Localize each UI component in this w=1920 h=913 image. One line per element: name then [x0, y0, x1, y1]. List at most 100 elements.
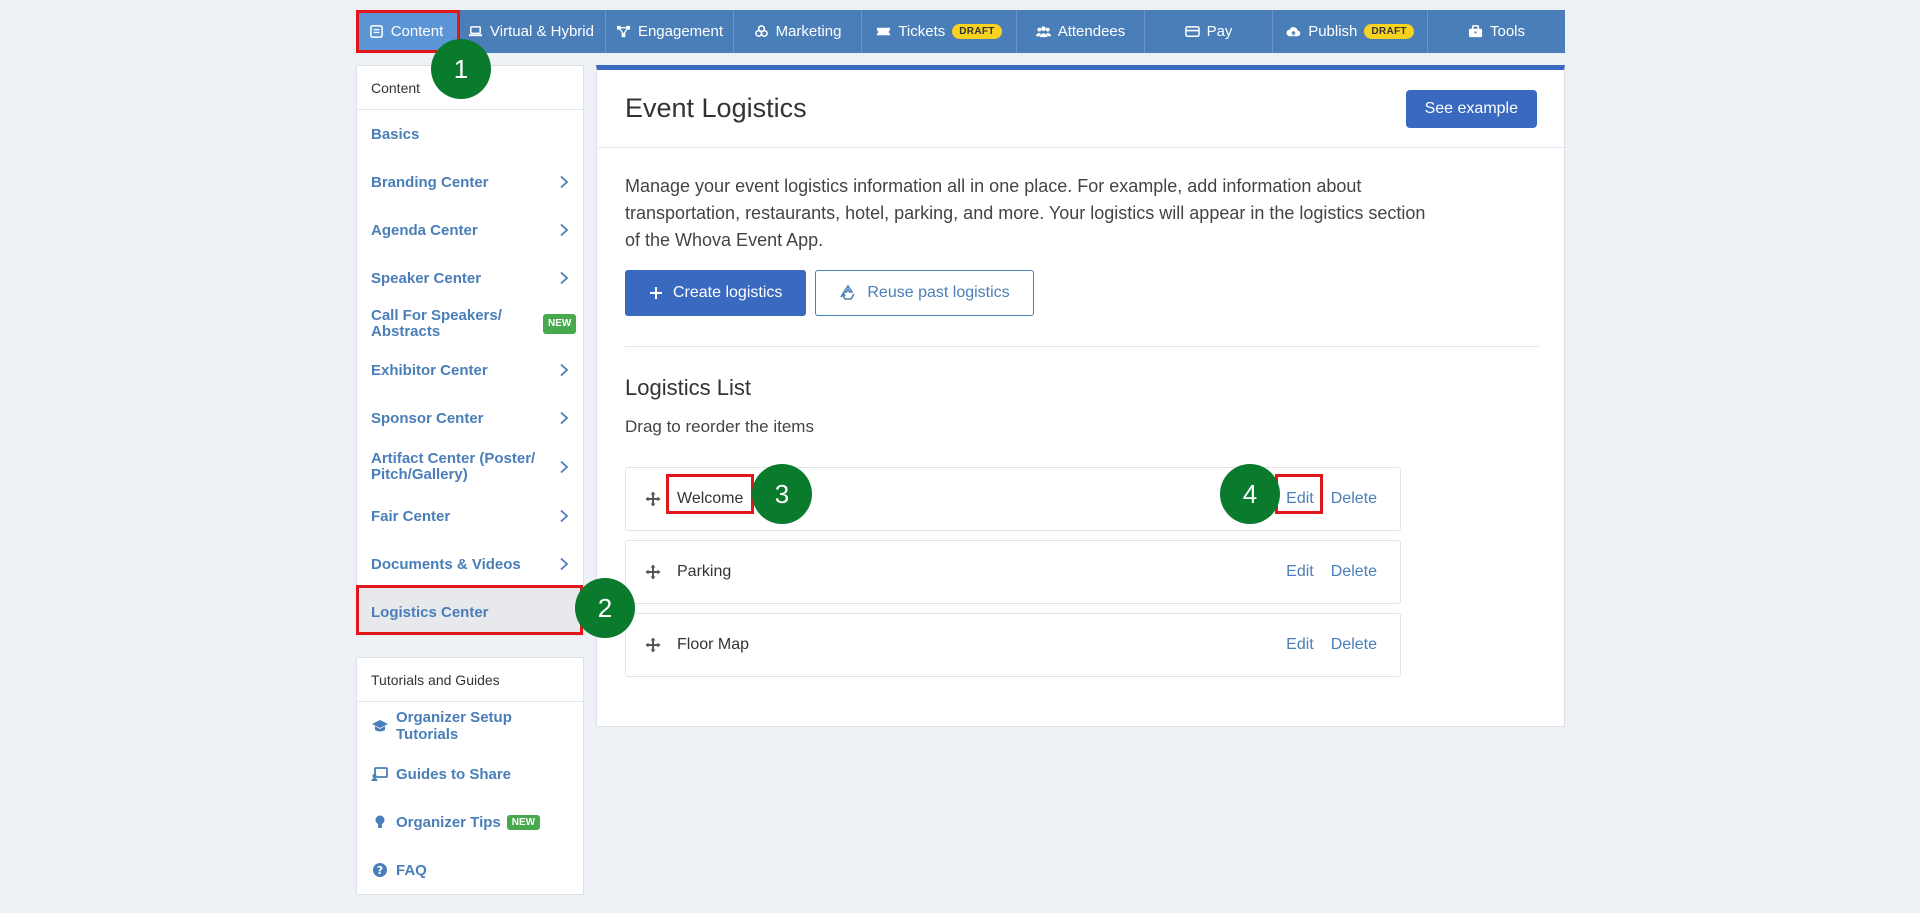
- nav-tab-label: Publish: [1308, 23, 1358, 40]
- sidebar-item-label: Speaker Center: [371, 269, 482, 287]
- step-marker-3: 3: [752, 464, 812, 524]
- sidebar-item-logistics-center[interactable]: Logistics Center: [357, 588, 583, 636]
- tutorial-item-label: FAQ: [396, 861, 427, 879]
- tutorial-item-label: Guides to Share: [396, 765, 512, 783]
- sidebar-item-documents-videos[interactable]: Documents & Videos: [357, 540, 583, 588]
- tutorials-header: Tutorials and Guides: [357, 658, 583, 702]
- delete-link[interactable]: Delete: [1331, 490, 1377, 508]
- new-badge: NEW: [506, 814, 541, 830]
- draft-badge: DRAFT: [1364, 24, 1414, 39]
- nav-tab-engagement[interactable]: Engagement: [606, 10, 734, 53]
- draft-badge: DRAFT: [952, 24, 1002, 39]
- drag-handle-icon[interactable]: [645, 491, 661, 507]
- nav-tab-label: Marketing: [775, 23, 842, 40]
- nav-tab-marketing[interactable]: Marketing: [734, 10, 862, 53]
- section-divider: [625, 346, 1539, 347]
- logistics-list-subtitle: Drag to reorder the items: [625, 417, 814, 436]
- logistics-list-title: Logistics List: [625, 375, 751, 400]
- logistics-row[interactable]: Welcome Edit Delete: [625, 467, 1401, 531]
- credit-card-icon: [1184, 24, 1200, 39]
- edit-link[interactable]: Edit: [1286, 490, 1314, 508]
- logistics-item-name: Floor Map: [677, 636, 750, 653]
- drag-handle-icon[interactable]: [645, 564, 661, 580]
- nav-tab-label: Engagement: [637, 23, 724, 40]
- logistics-description: Manage your event logistics information …: [625, 176, 1426, 250]
- edit-link[interactable]: Edit: [1286, 636, 1314, 654]
- nav-tab-label: Tools: [1489, 23, 1526, 40]
- new-badge: NEW: [543, 314, 577, 334]
- panel-header: Event Logistics See example: [597, 70, 1564, 148]
- tutorial-item-faq[interactable]: ? FAQ: [357, 846, 583, 894]
- chevron-right-icon: [560, 411, 569, 425]
- create-logistics-label: Create logistics: [673, 284, 783, 301]
- action-buttons: Create logistics Reuse past logistics: [625, 270, 1034, 316]
- reuse-past-logistics-label: Reuse past logistics: [867, 284, 1010, 301]
- page-title: Event Logistics: [625, 93, 807, 123]
- sidebar-item-fair-center[interactable]: Fair Center: [357, 492, 583, 540]
- question-circle-icon: ?: [371, 861, 389, 879]
- presentation-icon: [371, 765, 389, 783]
- tutorial-item-organizer-setup[interactable]: Organizer Setup Tutorials: [357, 702, 583, 750]
- sidebar-item-call-for-speakers[interactable]: Call For Speakers/ Abstracts NEW: [357, 302, 583, 346]
- sidebar-item-branding-center[interactable]: Branding Center: [357, 158, 583, 206]
- tutorial-item-organizer-tips[interactable]: Organizer Tips NEW: [357, 798, 583, 846]
- nav-tab-label: Attendees: [1057, 23, 1126, 40]
- users-group-icon: [754, 24, 769, 39]
- chevron-right-icon: [560, 557, 569, 571]
- drag-handle-icon[interactable]: [645, 637, 661, 653]
- sidebar-item-label: Artifact Center (Poster/ Pitch/Gallery): [371, 450, 536, 483]
- recycle-icon: [840, 284, 856, 300]
- step-marker-4: 4: [1220, 464, 1280, 524]
- nav-tab-label: Pay: [1206, 23, 1233, 40]
- graduation-cap-icon: [371, 717, 389, 735]
- sidebar-item-label: Exhibitor Center: [371, 361, 488, 379]
- sidebar-item-label: Branding Center: [371, 173, 489, 191]
- sidebar-item-label: Sponsor Center: [371, 409, 484, 427]
- cloud-upload-icon: [1286, 24, 1301, 39]
- tutorial-item-label: Organizer Setup Tutorials: [396, 709, 512, 743]
- nav-tab-pay[interactable]: Pay: [1145, 10, 1273, 53]
- logistics-row[interactable]: Floor Map Edit Delete: [625, 613, 1401, 677]
- sidebar-item-artifact-center[interactable]: Artifact Center (Poster/ Pitch/Gallery): [357, 442, 583, 492]
- sidebar-item-sponsor-center[interactable]: Sponsor Center: [357, 394, 583, 442]
- tutorial-item-guides-to-share[interactable]: Guides to Share: [357, 750, 583, 798]
- nav-tab-tickets[interactable]: Tickets DRAFT: [862, 10, 1017, 53]
- nav-tab-label: Tickets: [898, 23, 946, 40]
- sidebar-item-label: Fair Center: [371, 507, 451, 525]
- sidebar-item-basics[interactable]: Basics: [357, 110, 583, 158]
- sidebar-item-label: Logistics Center: [371, 603, 489, 621]
- network-icon: [616, 24, 631, 39]
- edit-link[interactable]: Edit: [1286, 563, 1314, 581]
- sidebar-item-label: Call For Speakers/ Abstracts: [371, 307, 502, 340]
- reuse-past-logistics-button[interactable]: Reuse past logistics: [815, 270, 1034, 316]
- toolbox-icon: [1468, 24, 1483, 39]
- create-logistics-button[interactable]: Create logistics: [625, 270, 807, 316]
- nav-tab-publish[interactable]: Publish DRAFT: [1273, 10, 1428, 53]
- see-example-button[interactable]: See example: [1405, 89, 1537, 128]
- logistics-item-name: Parking: [677, 563, 732, 580]
- attendees-icon: [1035, 24, 1051, 39]
- sidebar-item-label: Basics: [371, 125, 420, 143]
- svg-text:?: ?: [377, 864, 383, 877]
- delete-link[interactable]: Delete: [1331, 563, 1377, 581]
- chevron-right-icon: [560, 271, 569, 285]
- delete-link[interactable]: Delete: [1331, 636, 1377, 654]
- sidebar-item-exhibitor-center[interactable]: Exhibitor Center: [357, 346, 583, 394]
- sidebar-item-agenda-center[interactable]: Agenda Center: [357, 206, 583, 254]
- step-marker-1: 1: [431, 39, 491, 99]
- chevron-right-icon: [560, 363, 569, 377]
- sidebar-item-speaker-center[interactable]: Speaker Center: [357, 254, 583, 302]
- laptop-icon: [468, 24, 483, 39]
- nav-tab-label: Virtual & Hybrid: [490, 23, 594, 40]
- tutorial-item-label: Organizer Tips: [396, 813, 501, 831]
- step-marker-2: 2: [575, 578, 635, 638]
- chevron-right-icon: [560, 509, 569, 523]
- nav-tab-tools[interactable]: Tools: [1428, 10, 1565, 53]
- event-logistics-panel: Event Logistics See example Manage your …: [596, 65, 1565, 727]
- sidebar-item-label: Documents & Videos: [371, 555, 521, 573]
- document-icon: [369, 24, 384, 39]
- nav-tab-attendees[interactable]: Attendees: [1017, 10, 1145, 53]
- sidebar-item-label: Agenda Center: [371, 221, 478, 239]
- logistics-row[interactable]: Parking Edit Delete: [625, 540, 1401, 604]
- content-sidebar: Content Basics Branding Center Agenda Ce…: [356, 65, 584, 636]
